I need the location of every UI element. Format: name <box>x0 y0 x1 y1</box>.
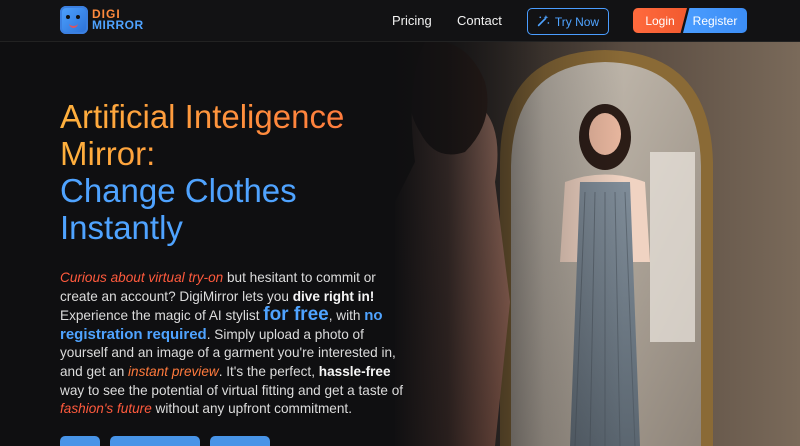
hero-title-line3: Change Clothes <box>60 172 297 209</box>
desc-dive-in: dive right in! <box>292 288 375 304</box>
desc-for-free: for free <box>263 304 329 326</box>
desc-text-2: Experience the magic of AI stylist <box>60 308 264 324</box>
nav-contact-link[interactable]: Contact <box>457 13 502 28</box>
logo[interactable]: DIGI MIRROR <box>60 6 144 34</box>
auth-buttons: Login Register <box>633 8 747 33</box>
desc-hassle-free: hassle-free <box>318 363 391 379</box>
desc-text-6: way to see the potential of virtual fitt… <box>60 382 404 398</box>
desc-text-7: without any upfront commitment. <box>151 401 352 417</box>
hero-title-line2: Mirror: <box>60 135 440 172</box>
login-button[interactable]: Login <box>633 8 687 33</box>
desc-text-3: , with <box>328 308 365 324</box>
hero-title-line4: Instantly <box>60 209 183 246</box>
logo-line2: MIRROR <box>92 18 144 32</box>
hero-title: Artificial Inteligence Mirror: Change Cl… <box>60 98 440 246</box>
register-button[interactable]: Register <box>683 8 747 33</box>
hero-illustration <box>395 42 800 446</box>
desc-fashion-future: fashion's future <box>60 401 152 417</box>
logo-text: DIGI MIRROR <box>92 8 144 32</box>
try-now-label: Try Now <box>554 14 600 29</box>
mirror-face-icon <box>60 6 88 34</box>
try-now-button[interactable]: Try Now <box>527 8 609 35</box>
desc-text-5: . It's the perfect, <box>218 363 319 379</box>
nav-pricing-link[interactable]: Pricing <box>392 13 432 28</box>
hero-title-line1: Artificial Inteligence <box>60 98 440 135</box>
next-section-heading-cutoff <box>60 436 300 446</box>
desc-instant-preview: instant preview <box>128 363 219 379</box>
desc-curious: Curious about virtual try-on <box>60 270 224 285</box>
top-navbar: DIGI MIRROR Pricing Contact Try Now Logi… <box>0 0 800 42</box>
magic-wand-icon <box>537 14 550 30</box>
hero-description: Curious about virtual try-on but hesitan… <box>60 269 405 419</box>
